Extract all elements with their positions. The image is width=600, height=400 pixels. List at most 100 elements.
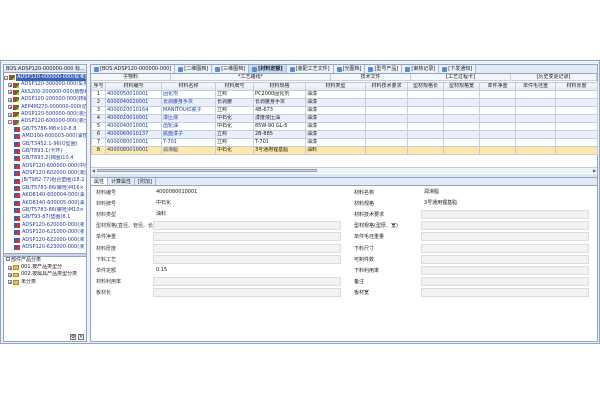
product-structure-tree[interactable]: - ADSP120-000000-000(标准型结 + ADSP120-300000-… bbox=[4, 74, 86, 252]
table-cell[interactable]: 2 bbox=[91, 98, 106, 107]
table-cell[interactable]: 立邦 bbox=[215, 106, 254, 115]
table-cell[interactable]: 漆压液 bbox=[161, 114, 216, 123]
table-cell[interactable] bbox=[365, 146, 408, 155]
group-header-sub-material[interactable]: 子物料 bbox=[91, 74, 171, 81]
tab-3[interactable]: [材料定额] bbox=[249, 65, 287, 73]
property-value[interactable] bbox=[421, 232, 589, 242]
tree-node[interactable]: + AEP4M270-000000-000(动力 bbox=[4, 104, 86, 111]
table-row[interactable]: 5 4000040010001 齿轮油 中石化 85W-90 GL-5 油漆 bbox=[91, 122, 598, 131]
table-cell[interactable] bbox=[515, 98, 556, 107]
table-cell[interactable] bbox=[515, 90, 556, 99]
table-cell[interactable] bbox=[515, 122, 556, 131]
expand-toggle-icon[interactable]: + bbox=[8, 265, 12, 270]
table-cell[interactable] bbox=[479, 146, 516, 155]
tree-node[interactable]: GB/T893.1(卡环) bbox=[4, 148, 86, 155]
table-cell[interactable]: 4000040010001 bbox=[105, 122, 162, 131]
property-tab-0[interactable]: 属性 bbox=[91, 178, 109, 185]
table-cell[interactable] bbox=[407, 138, 444, 147]
column-header[interactable]: 单件净重 bbox=[479, 82, 516, 91]
table-cell[interactable]: 6 bbox=[91, 130, 106, 139]
property-value[interactable] bbox=[421, 254, 589, 264]
table-row[interactable]: 4 4000020010001 漆压液 中石化 漆度液压油 油漆 bbox=[91, 114, 598, 123]
group-header-history[interactable]: [历史变更记录] bbox=[511, 74, 597, 81]
table-cell[interactable]: 油漆 bbox=[305, 114, 366, 123]
table-row[interactable]: 7 6000080010001 T-701 立邦 T-701 油漆 bbox=[91, 138, 598, 147]
table-cell[interactable]: 2B-885 bbox=[253, 130, 306, 139]
table-cell[interactable]: 长驹腰 bbox=[215, 98, 254, 107]
table-row[interactable]: 3 4000020010164 MANITOU红腻子 立邦 4B-673 油漆 bbox=[91, 106, 598, 115]
table-cell[interactable] bbox=[407, 98, 444, 107]
table-cell[interactable]: 立邦 bbox=[215, 138, 254, 147]
table-cell[interactable]: MANITOU红腻子 bbox=[161, 106, 216, 115]
table-cell[interactable] bbox=[555, 98, 598, 107]
column-header[interactable]: 型材规格宽 bbox=[443, 82, 480, 91]
table-cell[interactable]: 长驹腰身手灰 bbox=[253, 98, 306, 107]
tree-node[interactable]: AMD100-600003-000(油管 bbox=[4, 133, 86, 140]
table-cell[interactable] bbox=[443, 130, 480, 139]
column-header[interactable]: 材料类型 bbox=[305, 82, 366, 91]
column-header[interactable]: 材料技术要求 bbox=[365, 82, 408, 91]
column-header[interactable]: 型材规格长 bbox=[407, 82, 444, 91]
table-cell[interactable] bbox=[479, 122, 516, 131]
tree-node[interactable]: ADSP120-600000-000(中間 bbox=[4, 163, 86, 170]
tree-node[interactable]: GB/T893.2(挡圈)10.4 bbox=[4, 155, 86, 162]
table-cell[interactable] bbox=[479, 114, 516, 123]
tab-7[interactable]: [审核记录] bbox=[402, 65, 440, 73]
table-cell[interactable]: 4000050010001 bbox=[105, 90, 162, 99]
category-node[interactable]: + 未分类 bbox=[4, 279, 86, 286]
table-cell[interactable] bbox=[443, 146, 480, 155]
table-cell[interactable]: 润滑脂 bbox=[161, 146, 216, 155]
filter-icon[interactable]: ⚙ bbox=[70, 334, 76, 340]
table-cell[interactable] bbox=[365, 130, 408, 139]
table-cell[interactable] bbox=[365, 106, 408, 115]
table-cell[interactable] bbox=[443, 98, 480, 107]
table-cell[interactable] bbox=[407, 130, 444, 139]
tree-node[interactable]: ADSP120-623000-000(液 bbox=[4, 244, 86, 251]
table-cell[interactable]: 油漆 bbox=[305, 138, 366, 147]
tree-node[interactable]: - ADSP120-600000-000(液压系 bbox=[4, 118, 86, 125]
table-cell[interactable]: 腻面漆子 bbox=[161, 130, 216, 139]
table-cell[interactable]: T-701 bbox=[161, 138, 216, 147]
table-cell[interactable] bbox=[515, 130, 556, 139]
scroll-left-icon[interactable]: ◀ bbox=[91, 168, 96, 173]
table-cell[interactable] bbox=[443, 138, 480, 147]
property-tab-2[interactable]: [附加] bbox=[135, 178, 156, 185]
table-row[interactable]: 1 4000050010001 固化剂 立邦 PC2000固化剂 油漆 bbox=[91, 90, 598, 99]
collapse-toggle[interactable]: - bbox=[6, 257, 10, 262]
scrollbar-thumb[interactable] bbox=[97, 169, 317, 172]
property-value[interactable] bbox=[421, 221, 589, 231]
expand-toggle-icon[interactable]: + bbox=[8, 105, 12, 110]
table-cell[interactable] bbox=[555, 122, 598, 131]
tab-6[interactable]: [型号产品] bbox=[365, 65, 403, 73]
tree-node[interactable]: + ADSP120-200000-000(转辅结 bbox=[4, 96, 86, 103]
table-cell[interactable]: 3 bbox=[91, 106, 106, 115]
expand-toggle-icon[interactable]: + bbox=[8, 273, 12, 278]
table-cell[interactable]: 油漆 bbox=[305, 130, 366, 139]
table-cell[interactable] bbox=[555, 130, 598, 139]
tab-0[interactable]: [BOS:ADSP120-000000-000] bbox=[91, 65, 176, 73]
group-header-process-route[interactable]: *工艺路线* bbox=[171, 74, 331, 81]
property-value[interactable] bbox=[153, 232, 341, 242]
column-header[interactable]: 材料规格 bbox=[253, 82, 306, 91]
table-cell[interactable] bbox=[555, 114, 598, 123]
column-header[interactable]: 材料厚度 bbox=[555, 82, 598, 91]
column-header[interactable]: 材料名称 bbox=[161, 82, 216, 91]
table-cell[interactable] bbox=[407, 114, 444, 123]
table-cell[interactable]: 85W-90 GL-5 bbox=[253, 122, 306, 131]
expand-toggle-icon[interactable]: + bbox=[8, 83, 12, 88]
category-node[interactable]: +002.按属具产品类型分类 bbox=[4, 271, 86, 278]
table-cell[interactable] bbox=[479, 106, 516, 115]
table-cell[interactable] bbox=[555, 138, 598, 147]
table-cell[interactable]: 4000060010137 bbox=[105, 130, 162, 139]
table-cell[interactable]: 漆度液压油 bbox=[253, 114, 306, 123]
table-cell[interactable]: T-701 bbox=[253, 138, 306, 147]
table-cell[interactable]: 4B-673 bbox=[253, 106, 306, 115]
property-value[interactable] bbox=[421, 243, 589, 253]
tab-4[interactable]: [装配工艺文件] bbox=[286, 65, 334, 73]
table-cell[interactable]: PC2000固化剂 bbox=[253, 90, 306, 99]
property-tab-1[interactable]: 计算属性 bbox=[108, 178, 136, 185]
table-cell[interactable] bbox=[479, 98, 516, 107]
table-cell[interactable] bbox=[479, 130, 516, 139]
group-header-process-card[interactable]: [工艺过程卡] bbox=[411, 74, 511, 81]
table-cell[interactable] bbox=[365, 114, 408, 123]
